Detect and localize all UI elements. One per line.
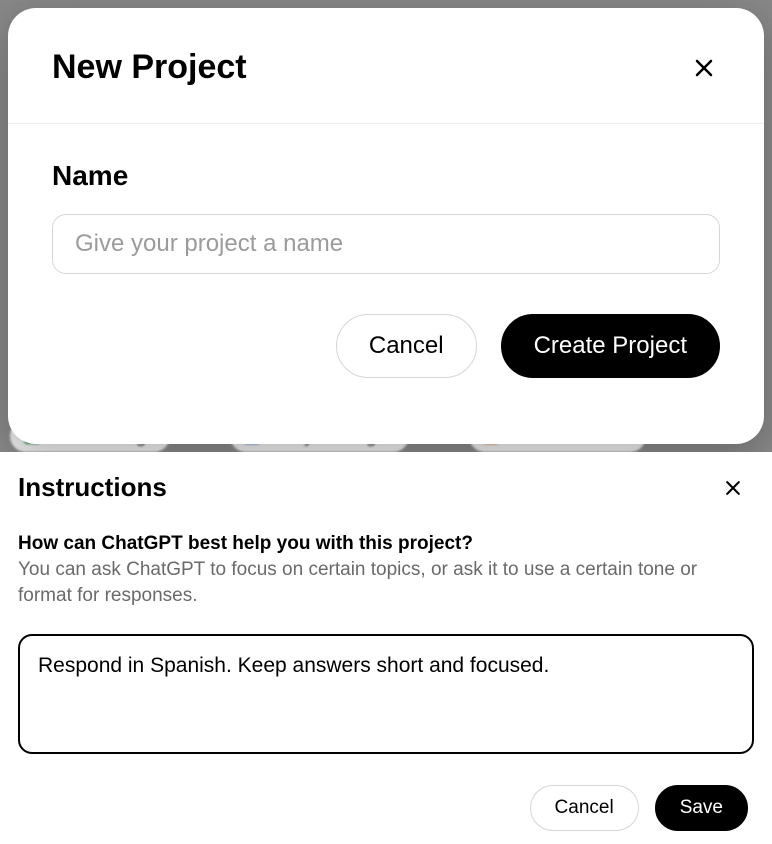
modal-footer: Cancel Create Project [8,274,764,378]
instructions-title: Instructions [18,472,167,503]
instructions-footer: Cancel Save [18,759,754,831]
instructions-panel: Instructions How can ChatGPT best help y… [0,452,772,844]
instructions-textarea[interactable] [18,634,754,754]
close-button[interactable] [688,52,720,84]
instructions-prompt-help: You can ask ChatGPT to focus on certain … [18,557,754,608]
close-icon [723,478,743,498]
cancel-button[interactable]: Cancel [336,314,477,378]
name-field-label: Name [52,160,720,192]
cancel-button[interactable]: Cancel [530,785,639,831]
modal-title: New Project [52,48,247,87]
project-name-input[interactable] [52,214,720,274]
save-button[interactable]: Save [655,785,748,831]
create-project-button[interactable]: Create Project [501,314,720,378]
close-icon [692,56,716,80]
modal-body: Name [8,124,764,274]
modal-header: New Project [8,8,764,124]
instructions-prompt-question: How can ChatGPT best help you with this … [18,533,754,555]
new-project-modal: New Project Name Cancel Create Project [8,8,764,444]
close-button[interactable] [720,475,746,501]
instructions-header: Instructions [18,472,754,503]
